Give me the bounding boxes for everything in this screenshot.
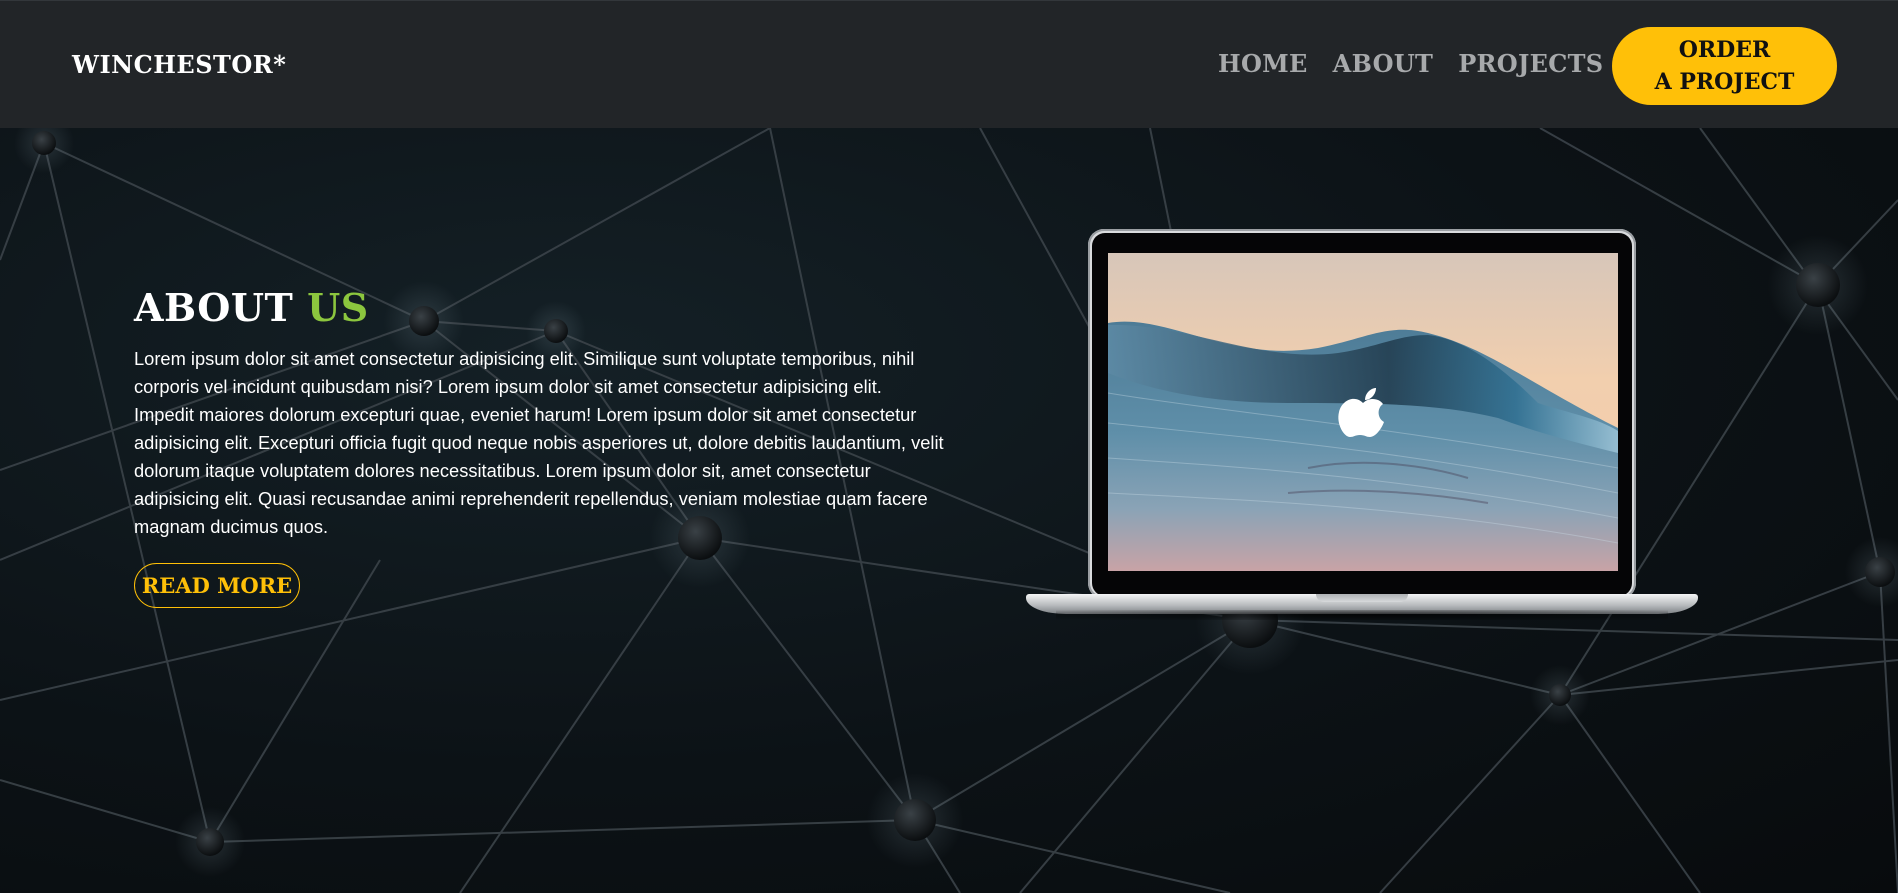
about-body: Lorem ipsum dolor sit amet consectetur a…: [134, 348, 944, 537]
about-title: ABOUT US: [134, 283, 954, 333]
laptop-shadow: [1056, 610, 1668, 620]
read-more-button[interactable]: READ MORE: [134, 563, 300, 608]
laptop-notch: [1316, 594, 1408, 602]
about-title-main: ABOUT: [134, 285, 294, 330]
about-section: ABOUT US Lorem ipsum dolor sit amet cons…: [134, 283, 954, 541]
order-button-line1: ORDER: [1678, 37, 1771, 63]
laptop-screen: [1108, 253, 1618, 571]
nav-about[interactable]: ABOUT: [1333, 49, 1434, 78]
site-logo[interactable]: WINCHESTOR*: [72, 50, 286, 79]
wave-wallpaper: [1108, 253, 1618, 571]
about-title-accent: US: [307, 285, 369, 330]
nav-projects[interactable]: PROJECTS: [1458, 49, 1603, 78]
laptop-image: [1026, 228, 1698, 620]
main-nav: HOME ABOUT PROJECTS: [1218, 49, 1603, 78]
order-project-button[interactable]: ORDER A PROJECT: [1612, 27, 1837, 105]
nav-home[interactable]: HOME: [1218, 49, 1308, 78]
order-button-line2: A PROJECT: [1654, 69, 1795, 95]
site-header: WINCHESTOR* HOME ABOUT PROJECTS ORDER A …: [0, 0, 1898, 128]
